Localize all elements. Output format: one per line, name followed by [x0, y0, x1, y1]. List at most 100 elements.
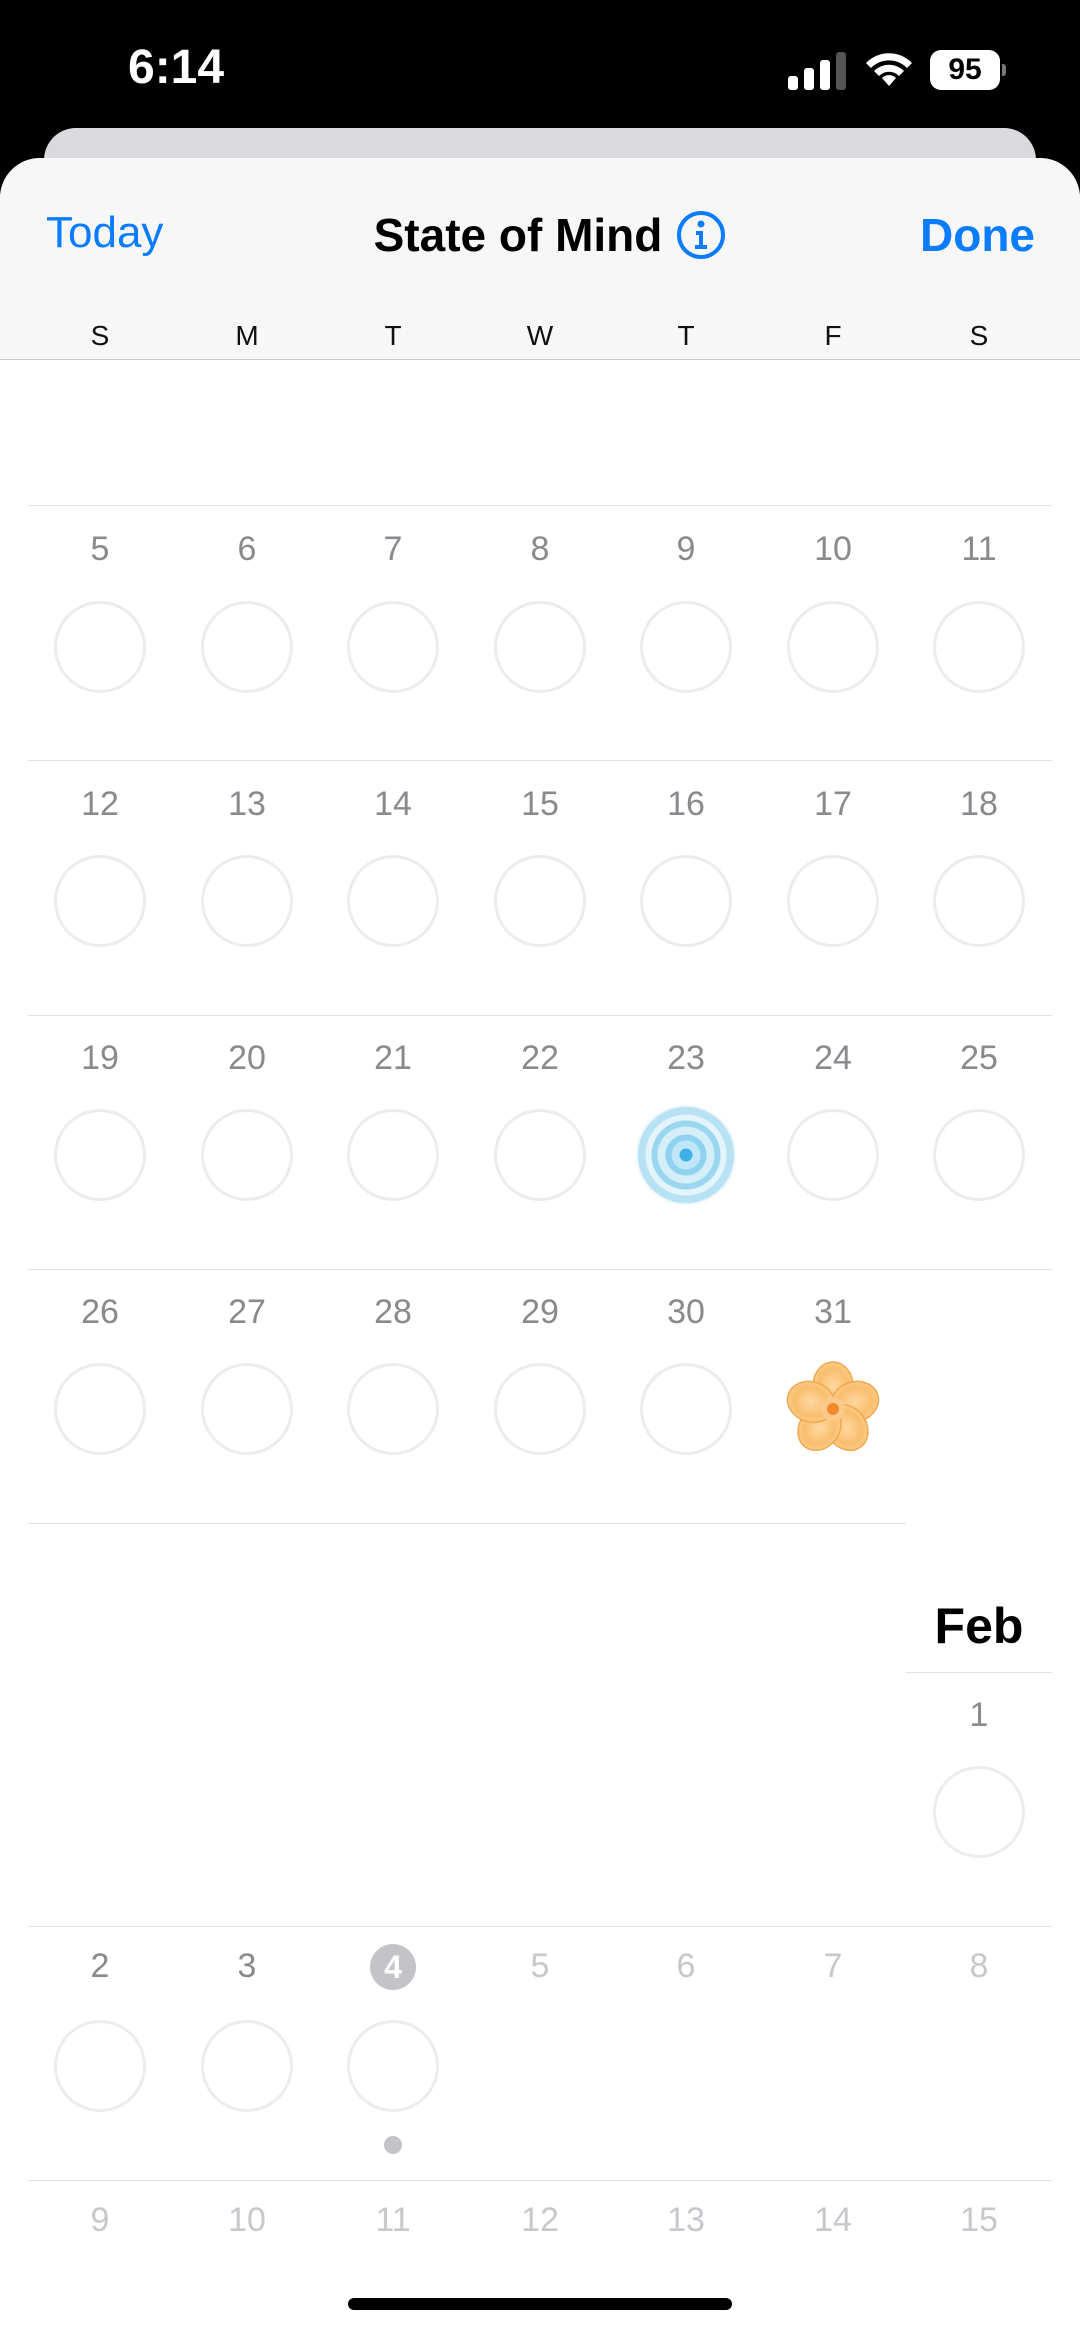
day-number: 10 [228, 2201, 266, 2239]
mood-log-ring[interactable] [494, 1363, 586, 1455]
day-number: 11 [961, 530, 997, 568]
title-text: State of Mind [373, 209, 663, 261]
day-number: 31 [814, 1293, 852, 1331]
mood-log-ring[interactable] [201, 855, 293, 947]
day-number: 15 [521, 785, 559, 823]
day-number: 26 [81, 1293, 119, 1331]
mood-log-ring[interactable] [640, 601, 732, 693]
day-number: 17 [814, 785, 852, 823]
day-number: 1 [969, 1696, 989, 1734]
cellular-signal-icon [788, 52, 846, 90]
mood-log-ring[interactable] [201, 1363, 293, 1455]
status-bar: 6:14 95 [0, 0, 1080, 130]
day-number: 3 [237, 1947, 257, 1985]
day-number: 22 [521, 1039, 559, 1077]
day-number: 21 [374, 1039, 412, 1077]
day-number: 13 [667, 2201, 705, 2239]
day-number: 5 [530, 1947, 550, 1985]
mood-log-ring[interactable] [494, 601, 586, 693]
mood-log-ring[interactable] [640, 855, 732, 947]
day-number: 30 [667, 1293, 705, 1331]
battery-icon: 95 [930, 50, 1006, 90]
weekday-label: F [824, 320, 842, 351]
mood-log-ring[interactable] [347, 855, 439, 947]
day-number: 8 [969, 1947, 989, 1985]
today-indicator-dot [384, 2136, 402, 2154]
day-number: 12 [521, 2201, 559, 2239]
day-number: 29 [521, 1293, 559, 1331]
day-number: 7 [823, 1947, 843, 1985]
mood-log-ring[interactable] [933, 1766, 1025, 1858]
mood-log-ring[interactable] [494, 855, 586, 947]
day-number: 13 [228, 785, 266, 823]
mood-log-ring[interactable] [201, 1109, 293, 1201]
day-number: 16 [667, 785, 705, 823]
sheet-header: Today State of Mind Done SMTWTFS [0, 158, 1080, 360]
mood-log-ring[interactable] [933, 601, 1025, 693]
battery-level: 95 [930, 50, 1000, 90]
mood-log-ring[interactable] [54, 855, 146, 947]
weekday-label: T [677, 320, 695, 351]
day-number: 7 [383, 530, 403, 568]
day-number: 19 [81, 1039, 119, 1077]
day-number: 12 [81, 785, 119, 823]
mood-log-ring[interactable] [54, 1109, 146, 1201]
today-date-badge: 4 [370, 1944, 416, 1990]
day-number: 10 [814, 530, 852, 568]
day-number: 28 [374, 1293, 412, 1331]
mood-log-ring[interactable] [933, 855, 1025, 947]
day-number: 25 [960, 1039, 998, 1077]
weekday-label: T [384, 320, 402, 351]
battery-nub [1002, 64, 1006, 76]
day-number: 11 [375, 2201, 411, 2239]
mood-log-ring[interactable] [347, 601, 439, 693]
mood-flower-icon[interactable] [783, 1359, 883, 1459]
day-number: 15 [960, 2201, 998, 2239]
mood-log-ring[interactable] [933, 1109, 1025, 1201]
day-number: 24 [814, 1039, 852, 1077]
weekday-label: W [526, 320, 554, 351]
day-number: 9 [676, 530, 696, 568]
day-number: 14 [374, 785, 412, 823]
wifi-icon [866, 53, 912, 86]
day-number: 5 [90, 530, 110, 568]
mood-log-ring[interactable] [347, 1363, 439, 1455]
week-divider [28, 1523, 906, 1524]
mood-swirl-icon[interactable] [638, 1107, 734, 1203]
week-divider [28, 505, 1052, 506]
mood-log-ring[interactable] [347, 1109, 439, 1201]
mood-log-ring[interactable] [54, 601, 146, 693]
done-button[interactable]: Done [920, 208, 1035, 262]
month-label-feb: Feb [934, 1598, 1024, 1654]
mood-log-ring[interactable] [201, 2020, 293, 2112]
weekday-label: S [90, 320, 110, 351]
mood-log-ring[interactable] [54, 1363, 146, 1455]
week-divider [28, 760, 1052, 761]
week-divider [906, 1672, 1052, 1673]
home-indicator[interactable] [348, 2298, 732, 2310]
week-divider [28, 2180, 1052, 2181]
mood-log-ring[interactable] [347, 2020, 439, 2112]
day-number: 6 [237, 530, 257, 568]
mood-log-ring[interactable] [787, 601, 879, 693]
day-number: 6 [676, 1947, 696, 1985]
day-number: 2 [90, 1947, 110, 1985]
mood-log-ring[interactable] [494, 1109, 586, 1201]
week-divider [28, 1926, 1052, 1927]
mood-log-ring[interactable] [787, 855, 879, 947]
mood-log-ring[interactable] [787, 1109, 879, 1201]
weekday-label: M [235, 320, 259, 351]
week-divider [28, 1269, 1052, 1270]
day-number: 23 [667, 1039, 705, 1077]
day-number: 9 [90, 2201, 110, 2239]
page-title: State of Mind [0, 208, 1080, 262]
day-number: 20 [228, 1039, 266, 1077]
day-number: 18 [960, 785, 998, 823]
weekday-label: S [969, 320, 989, 351]
day-number: 14 [814, 2201, 852, 2239]
mood-log-ring[interactable] [54, 2020, 146, 2112]
mood-log-ring[interactable] [201, 601, 293, 693]
mood-log-ring[interactable] [640, 1363, 732, 1455]
info-circle-icon[interactable] [676, 210, 726, 260]
status-time: 6:14 [128, 41, 225, 94]
